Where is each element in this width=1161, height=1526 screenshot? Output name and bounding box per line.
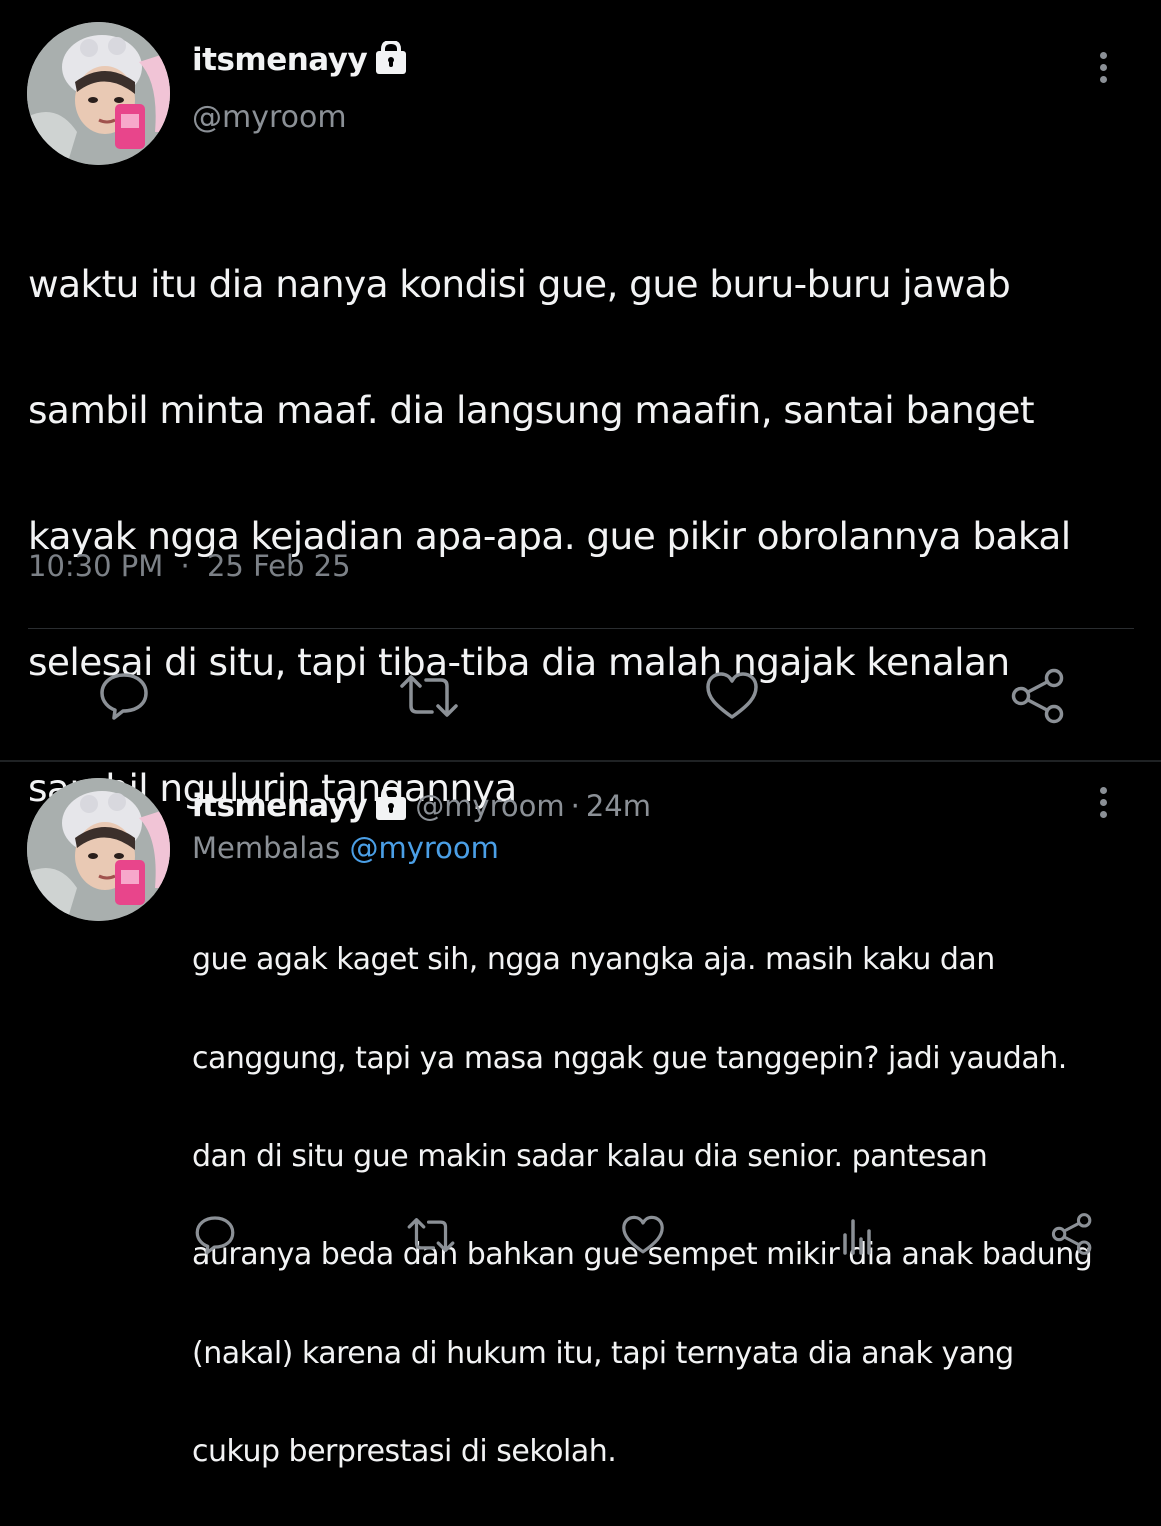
meta-separator: · bbox=[570, 789, 580, 823]
avatar[interactable] bbox=[27, 778, 170, 921]
views-icon bbox=[843, 1219, 871, 1255]
avatar[interactable] bbox=[27, 22, 170, 165]
reply-text-line: auranya beda dan bahkan gue sempet mikir… bbox=[192, 1237, 1093, 1273]
lock-icon bbox=[375, 785, 407, 825]
author-handle[interactable]: @myroom bbox=[415, 789, 564, 823]
views-button[interactable] bbox=[834, 1212, 880, 1258]
author-name[interactable]: itsmenayy bbox=[192, 788, 368, 824]
retweet-button[interactable] bbox=[406, 1212, 456, 1258]
reply-text-line: gue agak kaget sih, ngga nyangka aja. ma… bbox=[192, 942, 995, 978]
tweet-text: waktu itu dia nanya kondisi gue, gue bur… bbox=[28, 190, 1148, 883]
tweet-age[interactable]: 24m bbox=[586, 789, 651, 823]
reply-icon bbox=[100, 673, 148, 720]
author-handle[interactable]: @myroom bbox=[192, 98, 347, 138]
tweet-timestamp[interactable]: 10:30 PM · 25 Feb 25 bbox=[28, 546, 351, 586]
tweet-text-line: waktu itu dia nanya kondisi gue, gue bur… bbox=[28, 262, 1011, 306]
meta-separator: · bbox=[180, 549, 190, 583]
reply-author-row: itsmenayy @myroom · 24m bbox=[192, 784, 651, 828]
lock-icon bbox=[375, 39, 407, 79]
profile-photo-icon bbox=[27, 22, 170, 165]
reply-text-line: cukup berprestasi di sekolah. bbox=[192, 1434, 617, 1470]
reply-text-line: dan di situ gue makin sadar kalau dia se… bbox=[192, 1139, 988, 1175]
replying-to-link[interactable]: @myroom bbox=[349, 831, 498, 865]
retweet-button[interactable] bbox=[398, 668, 460, 724]
share-icon bbox=[1011, 668, 1064, 724]
reply-icon bbox=[195, 1216, 235, 1255]
reply-button[interactable] bbox=[192, 1212, 238, 1258]
reply-text: gue agak kaget sih, ngga nyangka aja. ma… bbox=[192, 886, 1147, 1526]
like-icon bbox=[706, 672, 758, 719]
like-button[interactable] bbox=[704, 668, 760, 724]
tweet-date: 25 Feb 25 bbox=[206, 549, 351, 583]
replying-to: Membalas @myroom bbox=[192, 828, 499, 868]
replying-label: Membalas bbox=[192, 831, 341, 865]
like-button[interactable] bbox=[620, 1212, 666, 1258]
tweet-text-line: sambil minta maaf. dia langsung maafin, … bbox=[28, 388, 1035, 432]
like-icon bbox=[622, 1215, 664, 1254]
retweet-icon bbox=[400, 675, 458, 717]
section-divider bbox=[0, 760, 1161, 762]
author-row: itsmenayy bbox=[192, 38, 407, 82]
share-button[interactable] bbox=[1048, 1210, 1096, 1258]
more-options-icon[interactable] bbox=[1098, 787, 1108, 818]
more-options-icon[interactable] bbox=[1098, 52, 1108, 83]
profile-photo-icon bbox=[27, 778, 170, 921]
tweet-text-line: selesai di situ, tapi tiba-tiba dia mala… bbox=[28, 640, 1010, 684]
share-button[interactable] bbox=[1008, 666, 1068, 726]
reply-button[interactable] bbox=[96, 668, 152, 724]
share-icon bbox=[1051, 1213, 1092, 1255]
reply-text-line: (nakal) karena di hukum itu, tapi ternya… bbox=[192, 1335, 1014, 1371]
retweet-icon bbox=[407, 1218, 455, 1252]
tweet-time: 10:30 PM bbox=[28, 549, 164, 583]
author-name[interactable]: itsmenayy bbox=[192, 42, 368, 78]
reply-text-line: canggung, tapi ya masa nggak gue tanggep… bbox=[192, 1040, 1067, 1076]
divider bbox=[28, 628, 1134, 629]
